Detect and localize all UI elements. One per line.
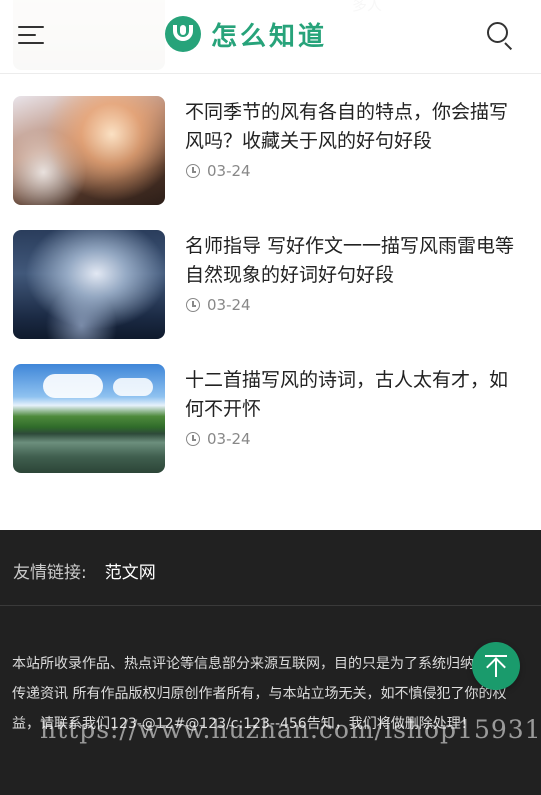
watermark: https://www.huzhan.com/ishop15931: [40, 715, 541, 744]
top-header: 怎么知道: [0, 0, 541, 74]
footer-divider: [0, 605, 541, 606]
friend-links-label: 友情链接:: [13, 563, 87, 583]
site-footer: 友情链接: 范文网 本站所收录作品、热点评论等信息部分来源互联网，目的只是为了系…: [0, 530, 541, 795]
article-item[interactable]: 名师指导 写好作文一一描写风雨雷电等自然现象的好词好句好段 03-24: [0, 230, 541, 364]
article-thumbnail[interactable]: [13, 230, 165, 339]
logo-text: 怎么知道: [211, 21, 328, 52]
site-logo[interactable]: 怎么知道: [165, 14, 327, 54]
article-date: 03-24: [207, 430, 251, 448]
logo-mark-icon: [165, 16, 201, 52]
article-meta: 03-24: [186, 430, 251, 448]
article-thumbnail[interactable]: [13, 96, 165, 205]
search-icon[interactable]: [487, 22, 515, 51]
friend-link[interactable]: 范文网: [105, 558, 156, 583]
clock-icon: [186, 164, 200, 178]
article-item[interactable]: 不同季节的风有各自的特点，你会描写风吗？收藏关于风的好句好段 03-24: [0, 96, 541, 230]
article-title[interactable]: 不同季节的风有各自的特点，你会描写风吗？收藏关于风的好句好段: [185, 98, 520, 156]
article-date: 03-24: [207, 162, 251, 180]
friend-links: 友情链接: 范文网: [13, 558, 156, 583]
article-title[interactable]: 名师指导 写好作文一一描写风雨雷电等自然现象的好词好句好段: [185, 232, 520, 290]
article-list: 不同季节的风有各自的特点，你会描写风吗？收藏关于风的好句好段 03-24 名师指…: [0, 96, 541, 498]
clock-icon: [186, 432, 200, 446]
clock-icon: [186, 298, 200, 312]
article-item[interactable]: 十二首描写风的诗词，古人太有才，如何不开怀 03-24: [0, 364, 541, 498]
article-meta: 03-24: [186, 162, 251, 180]
article-date: 03-24: [207, 296, 251, 314]
article-thumbnail[interactable]: [13, 364, 165, 473]
article-title[interactable]: 十二首描写风的诗词，古人太有才，如何不开怀: [185, 366, 520, 424]
back-to-top-button[interactable]: [472, 642, 520, 690]
menu-icon[interactable]: [18, 24, 44, 46]
article-meta: 03-24: [186, 296, 251, 314]
